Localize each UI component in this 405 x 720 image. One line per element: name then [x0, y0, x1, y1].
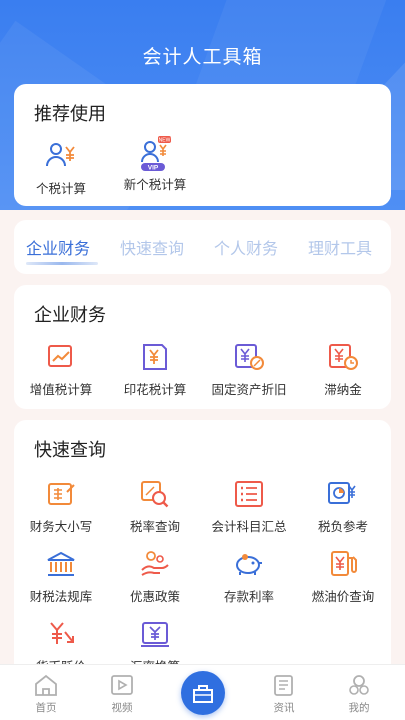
tab-quick-query[interactable]: 快速查询 [120, 235, 184, 259]
hand-coins-icon [141, 551, 169, 576]
finance-case-button[interactable]: 财务大小写 [16, 478, 106, 535]
home-icon [35, 674, 57, 696]
fixed-asset-depreciation-button[interactable]: 固定资产折旧 [204, 341, 294, 398]
account-summary-button[interactable]: 会计科目汇总 [204, 478, 294, 535]
tab-wealth-tools[interactable]: 理财工具 [308, 235, 372, 259]
fuel-price-label: 燃油价查询 [311, 589, 375, 604]
finance-case-label: 财务大小写 [29, 519, 93, 534]
new-personal-tax-button[interactable]: NEW VIP 新个税计算 [110, 136, 200, 193]
tax-law-library-label: 财税法规库 [29, 589, 93, 604]
list-icon [235, 481, 263, 507]
preferential-policy-label: 优惠政策 [129, 589, 180, 604]
recommend-title: 推荐使用 [34, 104, 106, 125]
pie-yuan-icon [328, 482, 356, 504]
tax-burden-label: 税负参考 [317, 519, 368, 534]
tab-active-indicator [26, 262, 98, 265]
tax-rate-query-label: 税率查询 [129, 519, 180, 534]
new-personal-tax-label: 新个税计算 [123, 177, 187, 192]
news-icon [274, 675, 293, 696]
pencil-doc-icon [48, 483, 75, 505]
tax-burden-button[interactable]: 税负参考 [298, 478, 388, 535]
person-yuan-icon [46, 143, 75, 167]
stamp-tax-calc-button[interactable]: 印花税计算 [110, 341, 200, 398]
building-icon [47, 551, 75, 576]
tabbar-home[interactable]: 首页 [16, 673, 76, 715]
tabbar-news-label: 资讯 [273, 702, 295, 714]
chart-up-icon [48, 345, 72, 367]
stamp-yuan-icon [143, 344, 167, 370]
personal-tax-button[interactable]: 个税计算 [16, 140, 106, 197]
piggy-bank-icon [236, 554, 262, 575]
fuel-price-button[interactable]: 燃油价查询 [298, 548, 388, 605]
yuan-down-icon [50, 622, 74, 644]
exchange-yuan-icon [141, 622, 169, 647]
tax-rate-query-button[interactable]: 税率查询 [110, 478, 200, 535]
late-fee-label: 滞纳金 [324, 382, 362, 397]
tabbar-profile[interactable]: 我的 [329, 673, 389, 715]
svg-text:VIP: VIP [148, 164, 159, 171]
category-tabs: 企业财务 快速查询 个人财务 理财工具 [14, 220, 391, 274]
profile-icon [349, 675, 369, 695]
video-icon [111, 675, 133, 695]
late-fee-button[interactable]: 滞纳金 [298, 341, 388, 398]
fuel-pump-icon [331, 551, 357, 576]
toolbox-center-button[interactable] [181, 671, 225, 715]
svg-text:NEW: NEW [159, 138, 171, 144]
tax-law-library-button[interactable]: 财税法规库 [16, 548, 106, 605]
deposit-rate-button[interactable]: 存款利率 [204, 548, 294, 605]
tabbar-home-label: 首页 [35, 702, 57, 714]
account-summary-label: 会计科目汇总 [211, 519, 287, 534]
person-yuan-vip-icon: NEW VIP [141, 136, 171, 171]
enterprise-finance-title: 企业财务 [34, 305, 106, 326]
page-title: 会计人工具箱 [142, 46, 263, 68]
tab-enterprise-finance[interactable]: 企业财务 [26, 235, 90, 259]
tabbar-video[interactable]: 视频 [92, 673, 152, 715]
tabbar-profile-label: 我的 [348, 702, 370, 714]
tab-personal-finance[interactable]: 个人财务 [214, 235, 278, 259]
vat-calc-button[interactable]: 增值税计算 [16, 341, 106, 398]
quick-query-title: 快速查询 [34, 440, 106, 461]
preferential-policy-button[interactable]: 优惠政策 [110, 548, 200, 605]
enterprise-finance-card: 企业财务 增值税计算 印花税计算 固定资产折旧 滞纳金 [14, 285, 391, 409]
yuan-clock-icon [329, 344, 358, 370]
toolbox-icon [193, 685, 213, 703]
magnifier-percent-icon [141, 481, 169, 508]
personal-tax-label: 个税计算 [35, 181, 86, 196]
deposit-rate-label: 存款利率 [223, 589, 274, 604]
tabbar-news[interactable]: 资讯 [254, 673, 314, 715]
fixed-asset-depreciation-label: 固定资产折旧 [211, 382, 287, 397]
vat-calc-label: 增值税计算 [29, 382, 93, 397]
stamp-tax-calc-label: 印花税计算 [123, 382, 187, 397]
tabbar-video-label: 视频 [111, 702, 133, 714]
recommend-card: 推荐使用 个税计算 NEW VIP 新个税计算 [14, 84, 391, 206]
asset-percent-icon [235, 344, 264, 370]
